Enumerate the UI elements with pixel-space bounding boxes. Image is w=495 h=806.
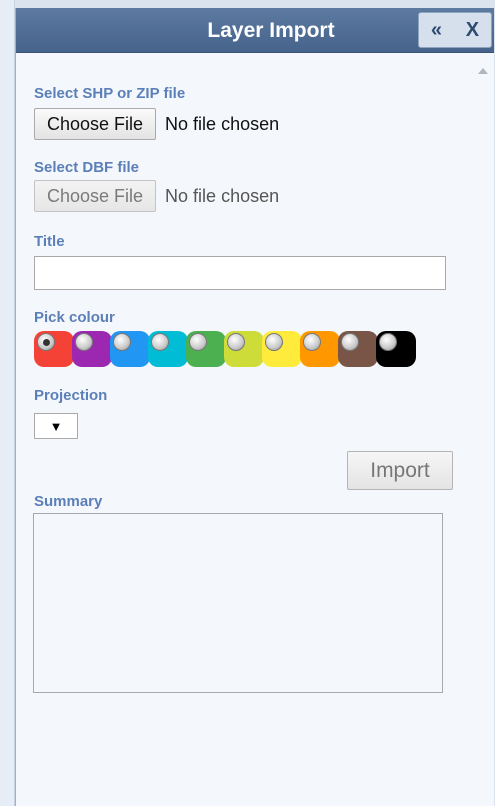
double-chevron-left-icon[interactable]: « [431, 20, 442, 40]
close-icon[interactable]: X [466, 20, 479, 40]
radio-indicator-icon [227, 333, 245, 351]
dbf-choose-file-button[interactable]: Choose File [34, 180, 157, 212]
colour-swatch[interactable] [376, 331, 416, 367]
title-label: Title [34, 233, 65, 250]
summary-label: Summary [34, 493, 103, 510]
radio-indicator-icon [37, 333, 55, 351]
radio-indicator-icon [189, 333, 207, 351]
colour-swatch[interactable] [300, 331, 340, 367]
radio-indicator-icon [75, 333, 93, 351]
radio-indicator-icon [151, 333, 169, 351]
colour-swatch[interactable] [148, 331, 188, 367]
panel-header: Layer Import « X [16, 8, 494, 53]
header-tools: « X [418, 12, 492, 48]
radio-indicator-icon [341, 333, 359, 351]
colour-swatch[interactable] [224, 331, 264, 367]
shp-file-input[interactable]: Choose File No file chosen [34, 108, 279, 140]
radio-indicator-icon [113, 333, 131, 351]
colour-swatch[interactable] [262, 331, 302, 367]
dbf-file-status: No file chosen [165, 185, 280, 206]
left-edge-strip [0, 0, 15, 806]
colour-swatch[interactable] [338, 331, 378, 367]
colour-swatches [34, 331, 416, 367]
colour-swatch[interactable] [186, 331, 226, 367]
radio-indicator-icon [303, 333, 321, 351]
shp-file-label: Select SHP or ZIP file [34, 85, 186, 102]
title-input[interactable] [34, 256, 446, 290]
shp-file-status: No file chosen [165, 113, 280, 134]
pick-colour-label: Pick colour [34, 309, 115, 326]
colour-swatch[interactable] [34, 331, 74, 367]
app-frame: Layer Import « X Select SHP or ZIP file … [0, 0, 495, 806]
dbf-file-input[interactable]: Choose File No file chosen [34, 180, 279, 212]
import-button[interactable]: Import [347, 451, 453, 490]
shp-choose-file-button[interactable]: Choose File [34, 108, 157, 140]
panel-title: Layer Import [207, 19, 335, 42]
layer-import-panel: Layer Import « X Select SHP or ZIP file … [15, 8, 494, 806]
projection-select[interactable]: ▼ [34, 413, 78, 439]
colour-swatch[interactable] [72, 331, 112, 367]
dbf-file-label: Select DBF file [34, 159, 140, 176]
radio-indicator-icon [265, 333, 283, 351]
scroll-up-arrow[interactable] [478, 68, 488, 74]
chevron-down-icon: ▼ [49, 418, 63, 434]
colour-swatch[interactable] [110, 331, 150, 367]
summary-box [33, 513, 443, 693]
radio-indicator-icon [379, 333, 397, 351]
projection-label: Projection [34, 387, 108, 404]
